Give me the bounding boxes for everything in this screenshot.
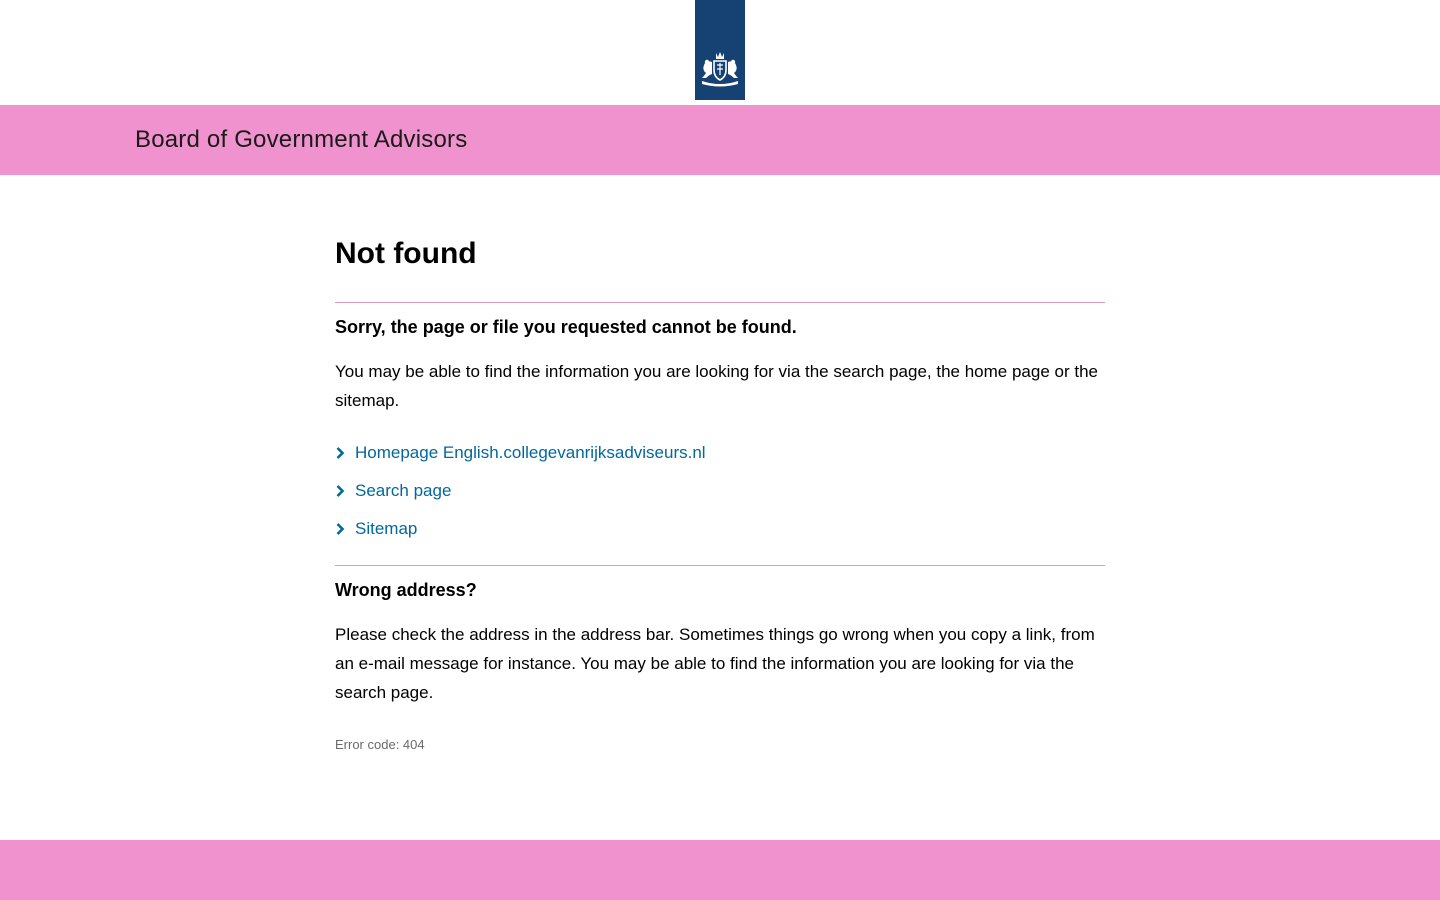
error-code: Error code: 404 xyxy=(335,737,425,752)
wrong-address-heading: Wrong address? xyxy=(335,580,477,600)
sitemap-link[interactable]: Sitemap xyxy=(355,519,417,539)
page: Board of Government Advisors Not found S… xyxy=(0,0,1440,900)
footer-bar xyxy=(0,840,1440,900)
chevron-right-icon xyxy=(335,446,355,460)
divider xyxy=(335,565,1105,566)
list-item: Sitemap xyxy=(335,510,1105,548)
sorry-heading: Sorry, the page or file you requested ca… xyxy=(335,317,797,337)
site-banner: Board of Government Advisors xyxy=(0,105,1440,175)
main-content: Not found Sorry, the page or file you re… xyxy=(335,236,1105,752)
chevron-right-icon xyxy=(335,522,355,536)
homepage-link[interactable]: Homepage English.collegevanrijksadviseur… xyxy=(355,443,706,463)
logo-bar[interactable] xyxy=(695,0,745,100)
chevron-right-icon xyxy=(335,484,355,498)
sorry-paragraph: You may be able to find the information … xyxy=(335,362,1098,410)
divider xyxy=(335,302,1105,303)
search-page-link[interactable]: Search page xyxy=(355,481,451,501)
link-list: Homepage English.collegevanrijksadviseur… xyxy=(335,434,1105,548)
wrong-address-paragraph: Please check the address in the address … xyxy=(335,625,1095,702)
list-item: Search page xyxy=(335,472,1105,510)
list-item: Homepage English.collegevanrijksadviseur… xyxy=(335,434,1105,472)
banner-title[interactable]: Board of Government Advisors xyxy=(135,105,467,175)
page-title: Not found xyxy=(335,237,477,270)
coat-of-arms-icon xyxy=(702,52,738,87)
